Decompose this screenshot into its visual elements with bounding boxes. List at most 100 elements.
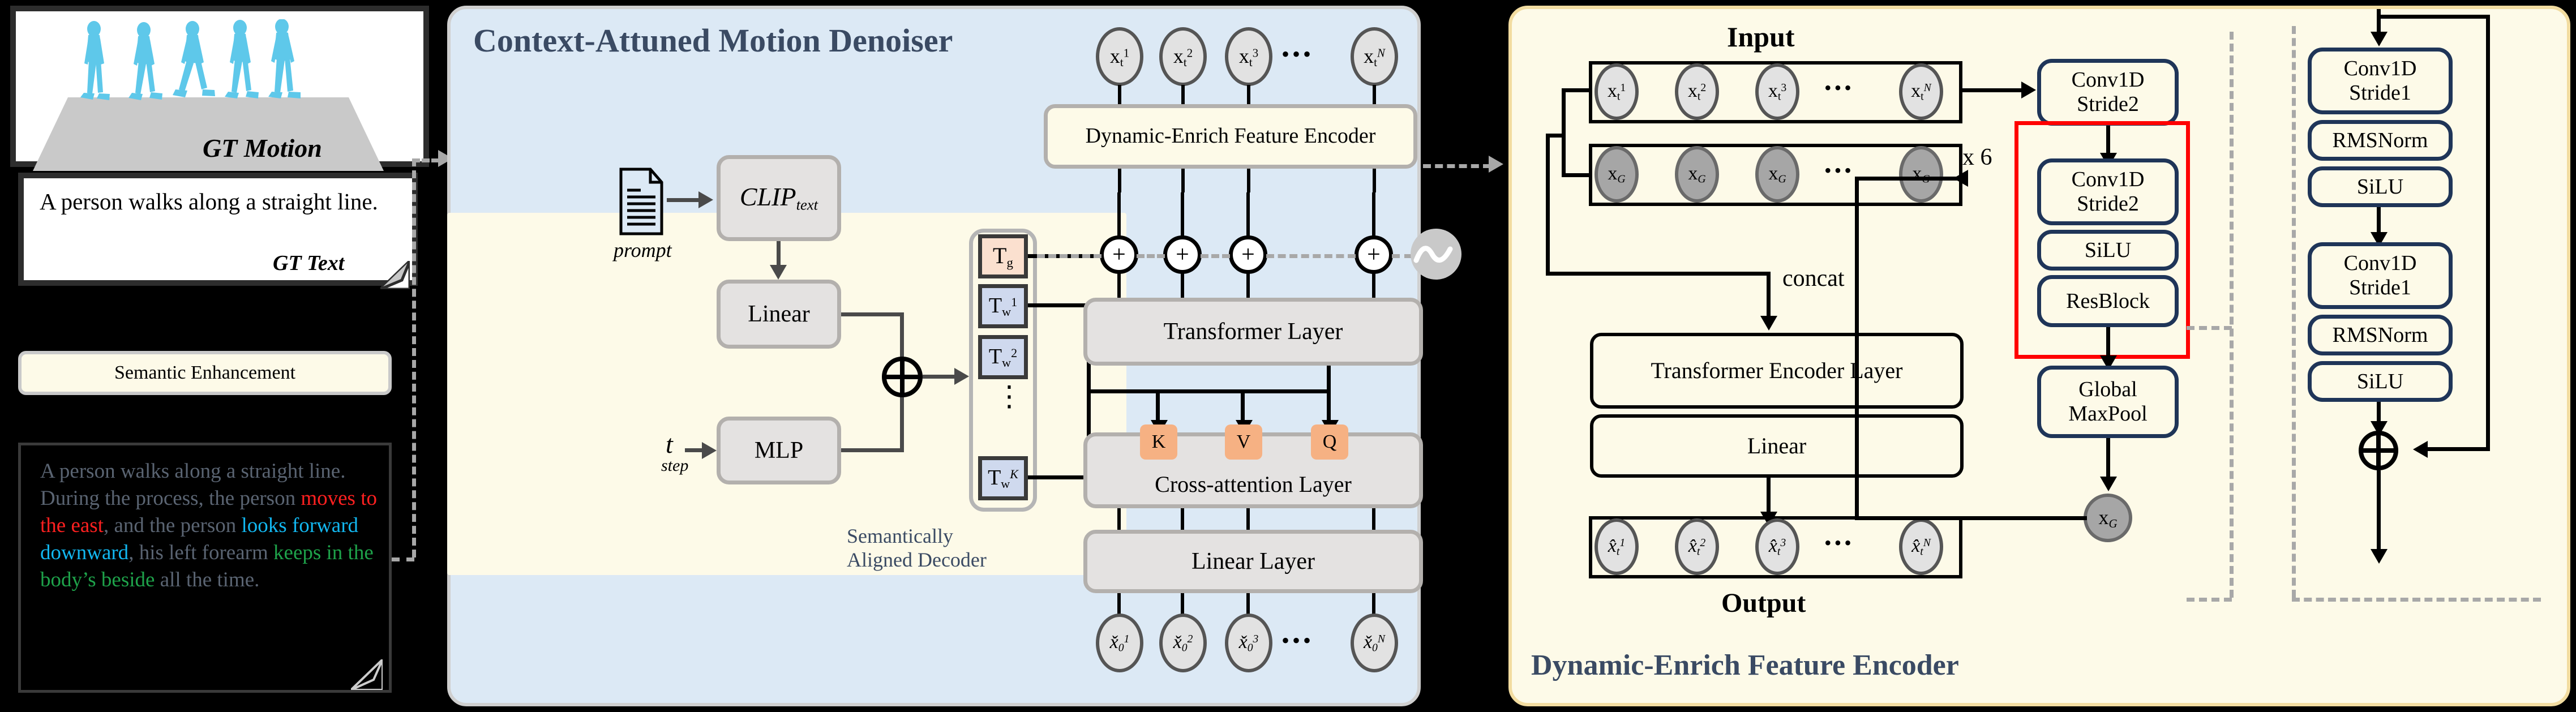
xg-feedback-arrow: [1953, 170, 1968, 187]
enc-xt-token-1[interactable]: xt1: [1595, 63, 1639, 120]
inp1-drop: [1118, 85, 1121, 105]
page-fold-icon-2: [351, 659, 383, 690]
enc-xg-token-n[interactable]: xG: [1899, 146, 1943, 203]
twk-bus: [1028, 475, 1090, 479]
enc-out-token-1[interactable]: x̂t1: [1595, 518, 1639, 575]
output-token-1[interactable]: x̌01: [1096, 614, 1143, 672]
inp2-sup: 2: [1186, 46, 1193, 60]
enc-xt-token-2[interactable]: xt2: [1675, 63, 1719, 120]
xg-feedback-top: [1855, 177, 1968, 181]
linear-box[interactable]: Linear: [717, 280, 841, 349]
token-tw-1[interactable]: Tw1: [978, 284, 1028, 328]
detail-silu-box-1[interactable]: SiLU: [2308, 166, 2453, 207]
detail-skip-v: [2486, 15, 2490, 451]
defe-drop-1: [1118, 169, 1121, 192]
encxtN-sup: N: [1923, 81, 1931, 94]
token-tw-k[interactable]: TwK: [978, 456, 1028, 500]
detail-conv1d-stride1-box-1[interactable]: Conv1D Stride1: [2308, 48, 2453, 114]
token-tg[interactable]: Tg: [978, 234, 1028, 278]
linear-label: Linear: [748, 301, 810, 327]
linear-layer-box[interactable]: Linear Layer: [1083, 530, 1423, 593]
enc-out-token-2[interactable]: x̂t2: [1675, 518, 1719, 575]
semantic-enhancement-button[interactable]: Semantic Enhancement: [18, 351, 392, 395]
enc-out-token-3[interactable]: x̂t3: [1755, 518, 1799, 575]
pe-add-n: +: [1355, 235, 1393, 274]
token-tg-base: T: [992, 242, 1007, 268]
pe-bus-a: [1037, 254, 1101, 258]
enhanced-text-segment-6: all the time.: [155, 568, 260, 592]
mlp-box[interactable]: MLP: [717, 417, 841, 484]
enc-out-token-n[interactable]: x̂tN: [1899, 518, 1943, 575]
attn-k-box: K: [1140, 424, 1177, 460]
input-token-n[interactable]: xtN: [1351, 27, 1398, 86]
defe-drop-2: [1181, 169, 1185, 192]
encoder-input-label: Input: [1727, 21, 1795, 53]
detail-skip-arrow: [2413, 441, 2428, 458]
global-maxpool-label: Global MaxPool: [2068, 378, 2148, 426]
encxg3-sub: G: [1778, 173, 1786, 186]
token-tw-ellipsis: ⋮: [995, 380, 1023, 412]
outN-sub: 0: [1372, 641, 1378, 654]
input-token-2[interactable]: xt2: [1159, 27, 1207, 86]
input-token-1[interactable]: xt1: [1096, 27, 1143, 86]
concat-riser: [1546, 134, 1550, 275]
transformer-encoder-label: Transformer Encoder Layer: [1651, 358, 1903, 384]
silu-label-main: SiLU: [2084, 238, 2132, 262]
transformer-encoder-layer-box[interactable]: Transformer Encoder Layer: [1590, 333, 1964, 409]
kv-drop-k: [1156, 389, 1160, 424]
pe-add-n-sym: +: [1367, 242, 1381, 268]
detail-rmsnorm-box-2[interactable]: RMSNorm: [2308, 315, 2453, 355]
left-dashed-riser: [412, 158, 416, 557]
prompt-to-clip-arrow: [698, 191, 713, 208]
tw1-bus: [1028, 303, 1090, 307]
mlp-label: MLP: [754, 437, 804, 464]
detail-rmsnorm-box-1[interactable]: RMSNorm: [2308, 120, 2453, 161]
clip-sub: text: [796, 196, 818, 213]
detail-conv1d-stride1-box-2[interactable]: Conv1D Stride1: [2308, 242, 2453, 309]
resblock-callout-dashed-v: [2230, 32, 2234, 598]
clip-to-linear-arrow: [770, 265, 787, 280]
enc-xg-token-3[interactable]: xG: [1755, 146, 1799, 203]
conv1d-stride2-box-2[interactable]: Conv1D Stride2: [2037, 158, 2179, 225]
out3-sub: 0: [1247, 641, 1253, 654]
resblock-detail-frame-bottom: [2292, 598, 2541, 602]
to-conv1-arrow: [2021, 82, 2036, 98]
input-token-3[interactable]: xt3: [1225, 27, 1272, 86]
encoder-linear-box[interactable]: Linear: [1590, 414, 1964, 478]
conv1d-stride2-label-2: Conv1D Stride2: [2071, 168, 2145, 216]
enc-xt-token-n[interactable]: xtN: [1899, 63, 1943, 120]
output-token-3[interactable]: x̌03: [1225, 614, 1272, 672]
detail-add-v: [2376, 433, 2381, 468]
xg-global-token[interactable]: xG: [2084, 494, 2132, 542]
resblock-box[interactable]: ResBlock: [2037, 275, 2179, 327]
plus-to-tw-line: [923, 375, 957, 379]
detail-silu-box-2[interactable]: SiLU: [2308, 361, 2453, 402]
left-dashed-to-denoiser: [412, 158, 439, 162]
output-token-n[interactable]: x̌0N: [1351, 614, 1398, 672]
enc-xt-token-3[interactable]: xt3: [1755, 63, 1799, 120]
clip-text-box[interactable]: CLIPtext: [717, 155, 841, 241]
out1-base: x̌: [1109, 631, 1118, 653]
global-maxpool-box[interactable]: Global MaxPool: [2037, 366, 2179, 438]
encxt2-base: x: [1687, 80, 1698, 101]
addn-out: [1372, 273, 1375, 299]
pool-to-xg-arrow: [2100, 477, 2117, 491]
dynamic-enrich-feature-encoder-box[interactable]: Dynamic-Enrich Feature Encoder: [1044, 104, 1417, 169]
xgglob-sub: G: [2108, 516, 2118, 530]
defe-drop-n: [1373, 169, 1376, 192]
enc-xg-token-1[interactable]: xG: [1595, 146, 1639, 203]
enc-xg-token-2[interactable]: xG: [1675, 146, 1719, 203]
enc-xg-ellipsis: •••: [1824, 159, 1854, 182]
silu-box-main[interactable]: SiLU: [2037, 230, 2179, 271]
transformer-layer-box[interactable]: Transformer Layer: [1083, 298, 1423, 366]
output-token-2[interactable]: x̌02: [1159, 614, 1207, 672]
token-tw-2[interactable]: Tw2: [978, 335, 1028, 379]
enc-linear-out: [1767, 478, 1771, 516]
concat-h1: [1546, 134, 1565, 138]
conv1d-stride2-box-1[interactable]: Conv1D Stride2: [2037, 59, 2179, 126]
enc-out-ellipsis: •••: [1824, 531, 1854, 554]
detail-add-out: [2377, 470, 2381, 554]
output-ellipsis: •••: [1281, 628, 1314, 653]
t-label: t: [666, 430, 673, 458]
detail-silu1-label: SiLU: [2356, 174, 2404, 199]
